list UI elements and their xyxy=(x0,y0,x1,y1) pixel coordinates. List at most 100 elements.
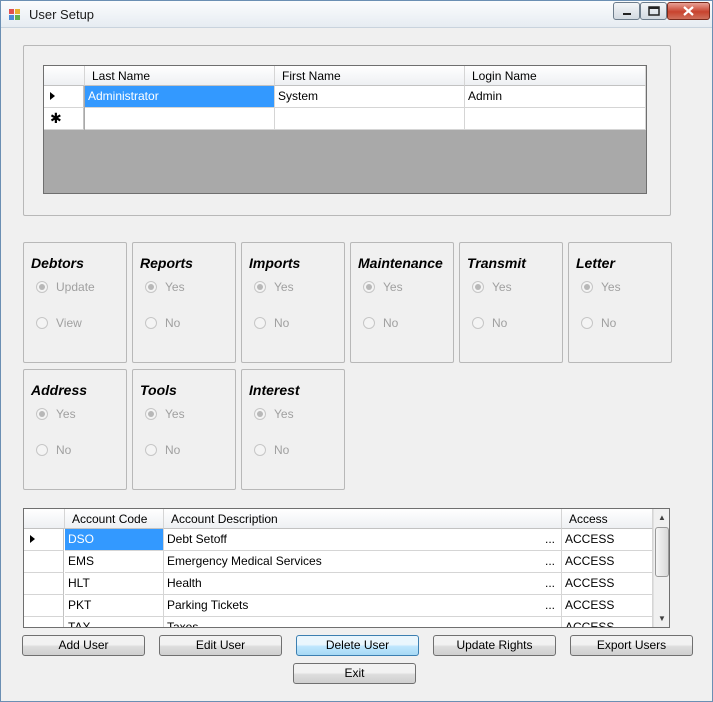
account-description-cell[interactable]: Taxes... xyxy=(164,617,562,627)
account-code-cell[interactable]: TAX xyxy=(65,617,164,627)
letter-yes-radio[interactable] xyxy=(581,281,593,293)
ellipsis-button[interactable]: ... xyxy=(545,598,555,612)
tools-yes-radio[interactable] xyxy=(145,408,157,420)
account-code-cell[interactable]: PKT xyxy=(65,595,164,617)
account-description-cell[interactable]: Debt Setoff... xyxy=(164,529,562,551)
accounts-scrollbar[interactable]: ▲ ▼ xyxy=(653,509,669,627)
tools-yes-label: Yes xyxy=(165,407,185,421)
account-row-header[interactable] xyxy=(24,529,64,551)
users-grid-corner xyxy=(44,66,85,86)
current-row-arrow-icon xyxy=(30,535,35,543)
account-row-header[interactable] xyxy=(24,551,64,573)
maximize-button[interactable] xyxy=(640,2,667,20)
imports-no-radio[interactable] xyxy=(254,317,266,329)
transmit-no-radio[interactable] xyxy=(472,317,484,329)
exit-button[interactable]: Exit xyxy=(293,663,416,684)
account-row-header[interactable] xyxy=(24,617,64,627)
new-cell-first-name[interactable] xyxy=(275,108,465,130)
address-no-label: No xyxy=(56,443,72,457)
imports-no-label: No xyxy=(274,316,290,330)
account-description-cell[interactable]: Emergency Medical Services... xyxy=(164,551,562,573)
tools-no-radio[interactable] xyxy=(145,444,157,456)
title-bar[interactable]: User Setup xyxy=(1,1,712,28)
users-grid[interactable]: Last Name First Name Login Name Administ… xyxy=(43,65,647,194)
access-cell[interactable]: ACCESS xyxy=(562,573,653,595)
export-users-button[interactable]: Export Users xyxy=(570,635,693,656)
add-user-button[interactable]: Add User xyxy=(22,635,145,656)
maximize-icon xyxy=(648,6,660,16)
transmit-no-label: No xyxy=(492,316,508,330)
cell-first-name[interactable]: System xyxy=(275,86,465,108)
address-no-radio[interactable] xyxy=(36,444,48,456)
new-row-icon: ✱ xyxy=(50,110,62,126)
rights-group-reports: Reports Yes No xyxy=(132,242,236,363)
cell-login-name[interactable]: Admin xyxy=(465,86,646,108)
scroll-down-icon[interactable]: ▼ xyxy=(654,610,669,627)
ellipsis-button[interactable]: ... xyxy=(545,532,555,546)
rights-group-transmit: Transmit Yes No xyxy=(459,242,563,363)
account-description-cell[interactable]: Health... xyxy=(164,573,562,595)
column-header-access[interactable]: Access xyxy=(562,509,653,529)
letter-title: Letter xyxy=(576,255,615,271)
address-yes-radio[interactable] xyxy=(36,408,48,420)
update-rights-button[interactable]: Update Rights xyxy=(433,635,556,656)
tools-title: Tools xyxy=(140,382,177,398)
rights-group-address: Address Yes No xyxy=(23,369,127,490)
account-code-cell[interactable]: EMS xyxy=(65,551,164,573)
transmit-title: Transmit xyxy=(467,255,526,271)
column-header-last-name[interactable]: Last Name xyxy=(85,66,275,86)
imports-title: Imports xyxy=(249,255,301,271)
accounts-grid[interactable]: Account Code Account Description Access … xyxy=(23,508,670,628)
access-cell[interactable]: ACCESS xyxy=(562,529,653,551)
letter-no-radio[interactable] xyxy=(581,317,593,329)
minimize-icon xyxy=(623,13,631,15)
reports-yes-radio[interactable] xyxy=(145,281,157,293)
account-description-cell[interactable]: Parking Tickets... xyxy=(164,595,562,617)
column-header-login-name[interactable]: Login Name xyxy=(465,66,646,86)
account-row-header[interactable] xyxy=(24,573,64,595)
ellipsis-button[interactable]: ... xyxy=(545,554,555,568)
access-cell[interactable]: ACCESS xyxy=(562,617,653,627)
transmit-yes-radio[interactable] xyxy=(472,281,484,293)
interest-no-radio[interactable] xyxy=(254,444,266,456)
rights-group-imports: Imports Yes No xyxy=(241,242,345,363)
account-row-header[interactable] xyxy=(24,595,64,617)
debtors-update-radio[interactable] xyxy=(36,281,48,293)
ellipsis-button[interactable]: ... xyxy=(545,620,555,627)
account-code-cell[interactable]: DSO xyxy=(65,529,164,551)
reports-no-radio[interactable] xyxy=(145,317,157,329)
rights-group-tools: Tools Yes No xyxy=(132,369,236,490)
debtors-view-radio[interactable] xyxy=(36,317,48,329)
ellipsis-button[interactable]: ... xyxy=(545,576,555,590)
column-header-account-description[interactable]: Account Description xyxy=(164,509,562,529)
cell-last-name[interactable]: Administrator xyxy=(85,86,275,108)
scroll-up-icon[interactable]: ▲ xyxy=(654,509,669,526)
interest-yes-radio[interactable] xyxy=(254,408,266,420)
debtors-title: Debtors xyxy=(31,255,84,271)
column-header-account-code[interactable]: Account Code xyxy=(65,509,164,529)
rights-group-interest: Interest Yes No xyxy=(241,369,345,490)
row-header-current[interactable] xyxy=(44,86,84,108)
interest-title: Interest xyxy=(249,382,300,398)
minimize-button[interactable] xyxy=(613,2,640,20)
close-button[interactable] xyxy=(667,2,710,20)
window-title: User Setup xyxy=(29,7,95,22)
column-header-first-name[interactable]: First Name xyxy=(275,66,465,86)
row-header-new[interactable]: ✱ xyxy=(44,108,84,130)
transmit-yes-label: Yes xyxy=(492,280,512,294)
maintenance-title: Maintenance xyxy=(358,255,443,271)
account-code-cell[interactable]: HLT xyxy=(65,573,164,595)
edit-user-button[interactable]: Edit User xyxy=(159,635,282,656)
reports-title: Reports xyxy=(140,255,193,271)
new-cell-login-name[interactable] xyxy=(465,108,646,130)
user-setup-window: User Setup Last Name First Name Login Na… xyxy=(0,0,713,702)
scroll-thumb[interactable] xyxy=(655,527,669,577)
maintenance-yes-radio[interactable] xyxy=(363,281,375,293)
access-cell[interactable]: ACCESS xyxy=(562,551,653,573)
new-cell-last-name[interactable] xyxy=(85,108,275,130)
access-cell[interactable]: ACCESS xyxy=(562,595,653,617)
maintenance-no-label: No xyxy=(383,316,399,330)
imports-yes-radio[interactable] xyxy=(254,281,266,293)
delete-user-button[interactable]: Delete User xyxy=(296,635,419,656)
maintenance-no-radio[interactable] xyxy=(363,317,375,329)
